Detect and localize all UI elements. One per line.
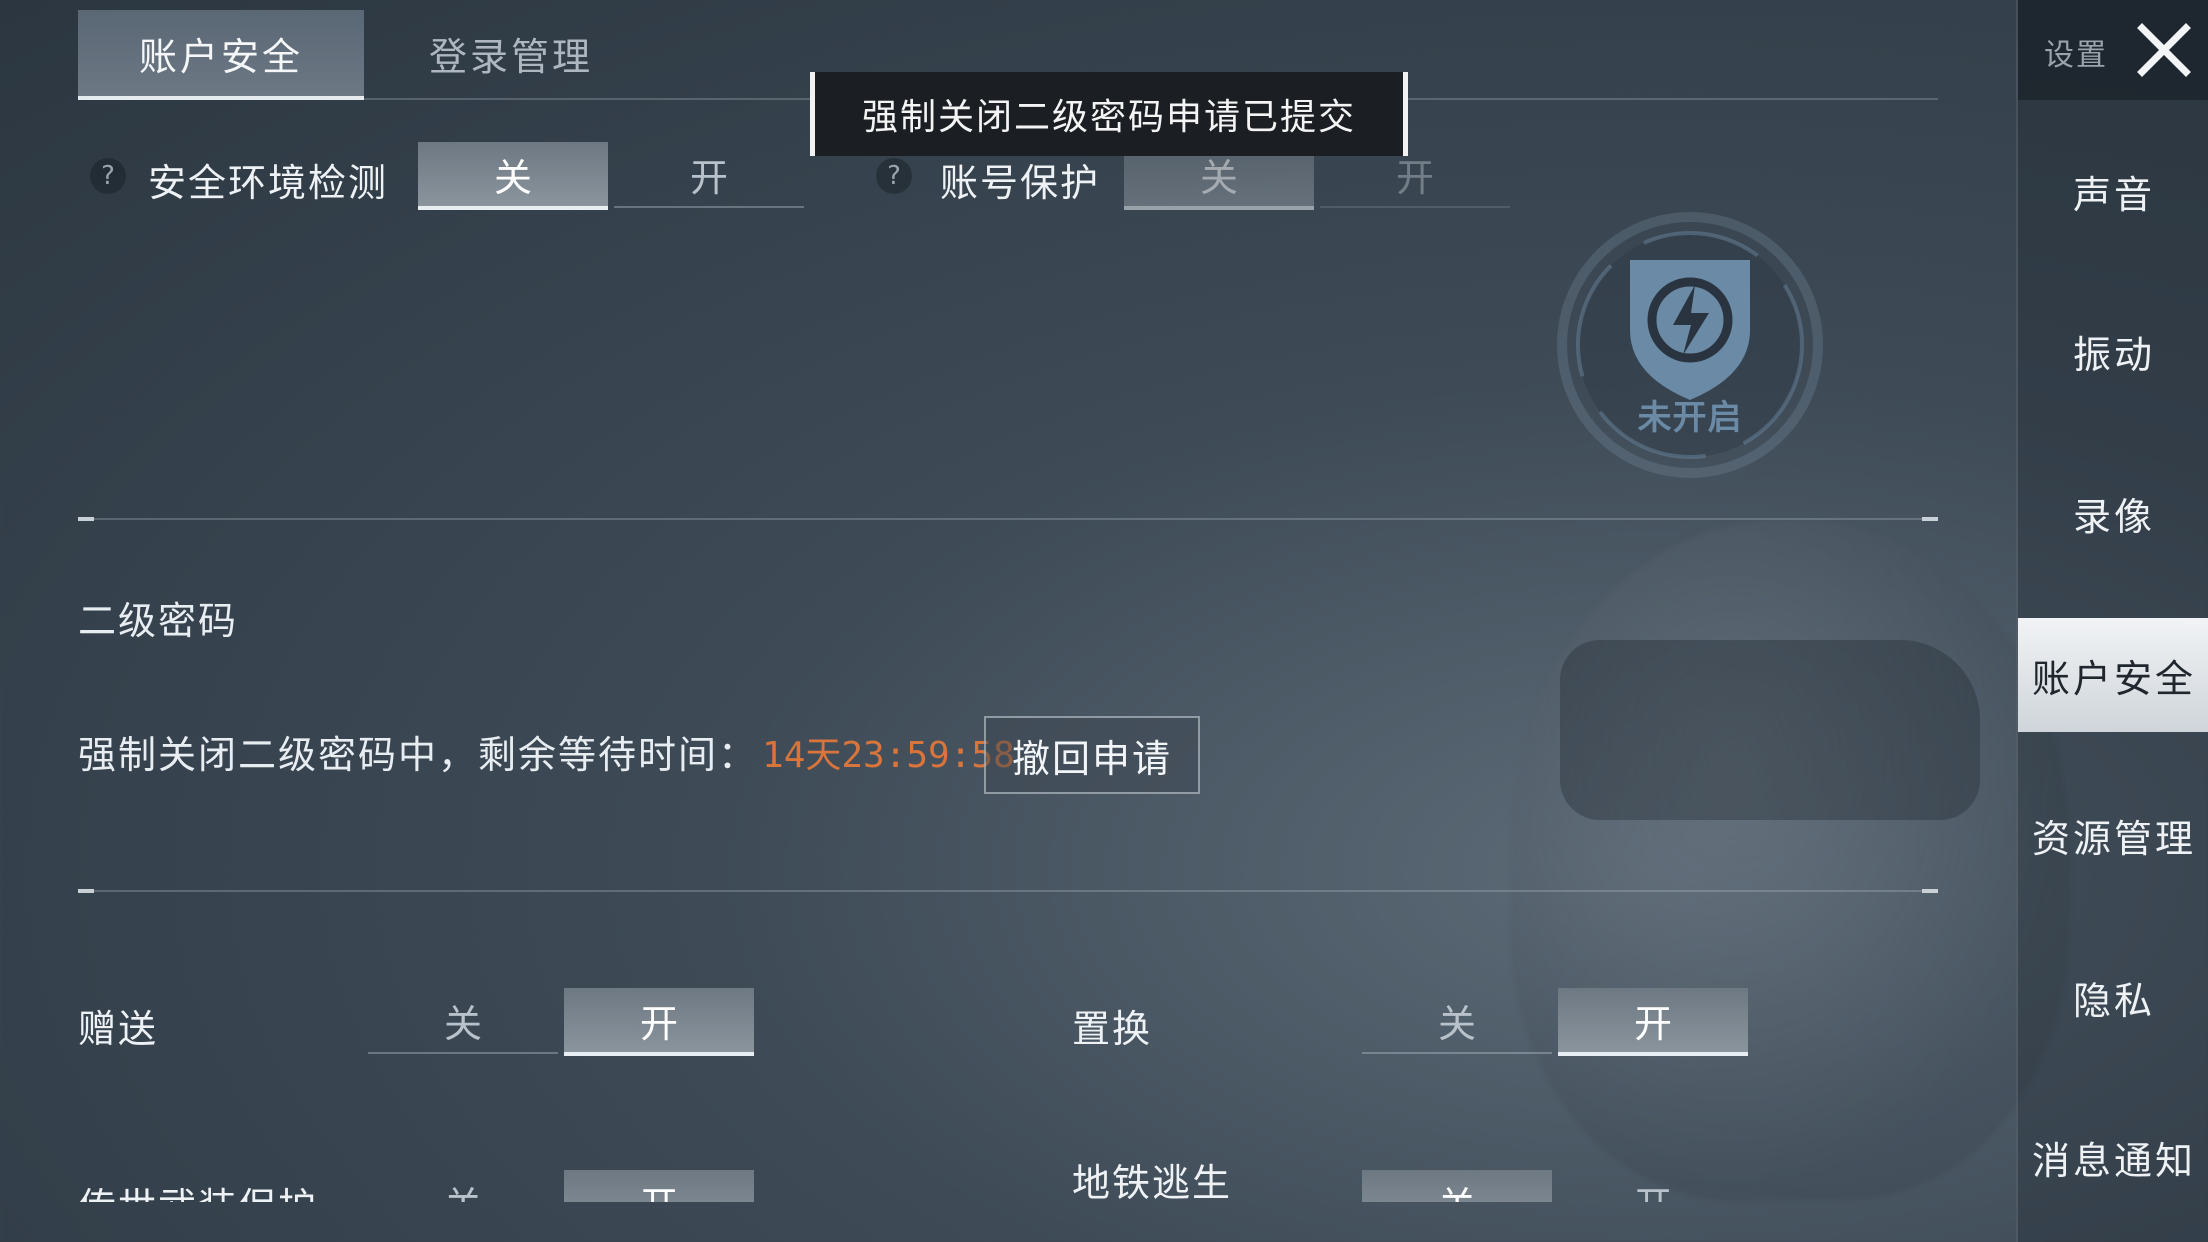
legendary-protect-label: 传世武装保护 (78, 1176, 318, 1202)
sidebar-item-vibration[interactable]: 振动 (2018, 294, 2208, 408)
security-check-help-icon[interactable]: ? (90, 158, 126, 194)
sidebar-item-resource-management[interactable]: 资源管理 (2018, 778, 2208, 892)
sidebar-item-account-security[interactable]: 账户安全 (2018, 618, 2208, 732)
sidebar-item-sound[interactable]: 声音 (2018, 134, 2208, 248)
gift-off-option[interactable]: 关 (368, 988, 558, 1054)
exchange-off-option[interactable]: 关 (1362, 988, 1552, 1054)
sidebar-header: 设置 (2018, 0, 2208, 100)
metro-escape-on-option[interactable]: 开 (1558, 1170, 1748, 1203)
metro-escape-label: 地铁逃生 (1072, 1161, 1233, 1202)
metro-escape-toggle: 关 开 (1362, 1170, 1754, 1202)
exchange-label: 置换 (1072, 1007, 1153, 1051)
exchange-on-option[interactable]: 开 (1558, 988, 1748, 1056)
gift-toggle: 关 开 (368, 988, 760, 1056)
account-protect-label: 账号保护 (940, 161, 1101, 205)
withdraw-request-button[interactable]: 撤回申请 (984, 716, 1200, 794)
scroll-clip-row: 传世武装保护 关 开 地铁逃生 关 开 (0, 1110, 2016, 1202)
legendary-protect-toggle: 关 开 (368, 1170, 760, 1202)
protection-status-badge: 未开启 (1545, 205, 1835, 495)
tab-account-security[interactable]: 账户安全 (78, 10, 364, 100)
second-password-status-text: 强制关闭二级密码中，剩余等待时间： (78, 733, 759, 777)
section-divider (78, 517, 1938, 521)
security-check-toggle: 关 开 (418, 142, 810, 210)
gift-on-option[interactable]: 开 (564, 988, 754, 1056)
account-protect-help-icon[interactable]: ? (876, 158, 912, 194)
legendary-protect-on-option[interactable]: 开 (564, 1170, 754, 1202)
metro-escape-off-option[interactable]: 关 (1362, 1170, 1552, 1202)
close-icon[interactable] (2134, 20, 2194, 80)
section-divider (78, 889, 1938, 893)
toast-message: 强制关闭二级密码申请已提交 (810, 72, 1408, 156)
countdown-timer: 14天23:59:58 (762, 734, 1015, 776)
settings-sidebar: 设置 声音 振动 录像 账户安全 资源管理 隐私 消息通知 (2016, 0, 2208, 1242)
background-helmet-art (1510, 520, 2070, 1200)
second-password-status: 强制关闭二级密码中，剩余等待时间： 14天23:59:58 (78, 724, 1015, 779)
shield-lightning-icon (1557, 212, 1823, 478)
sidebar-item-notifications[interactable]: 消息通知 (2018, 1100, 2208, 1214)
security-check-label: 安全环境检测 (148, 161, 389, 205)
sidebar-item-recording[interactable]: 录像 (2018, 456, 2208, 570)
gift-label: 赠送 (78, 1007, 159, 1051)
background-helmet-visor (1560, 640, 1980, 820)
security-check-on-option[interactable]: 开 (614, 142, 804, 208)
tab-login-management[interactable]: 登录管理 (368, 10, 654, 96)
second-password-title: 二级密码 (78, 599, 239, 643)
sidebar-item-privacy[interactable]: 隐私 (2018, 940, 2208, 1054)
security-check-off-option[interactable]: 关 (418, 142, 608, 210)
legendary-protect-off-option[interactable]: 关 (368, 1170, 558, 1203)
badge-status-text: 未开启 (1637, 398, 1743, 438)
settings-title: 设置 (2044, 38, 2108, 73)
exchange-toggle: 关 开 (1362, 988, 1754, 1056)
